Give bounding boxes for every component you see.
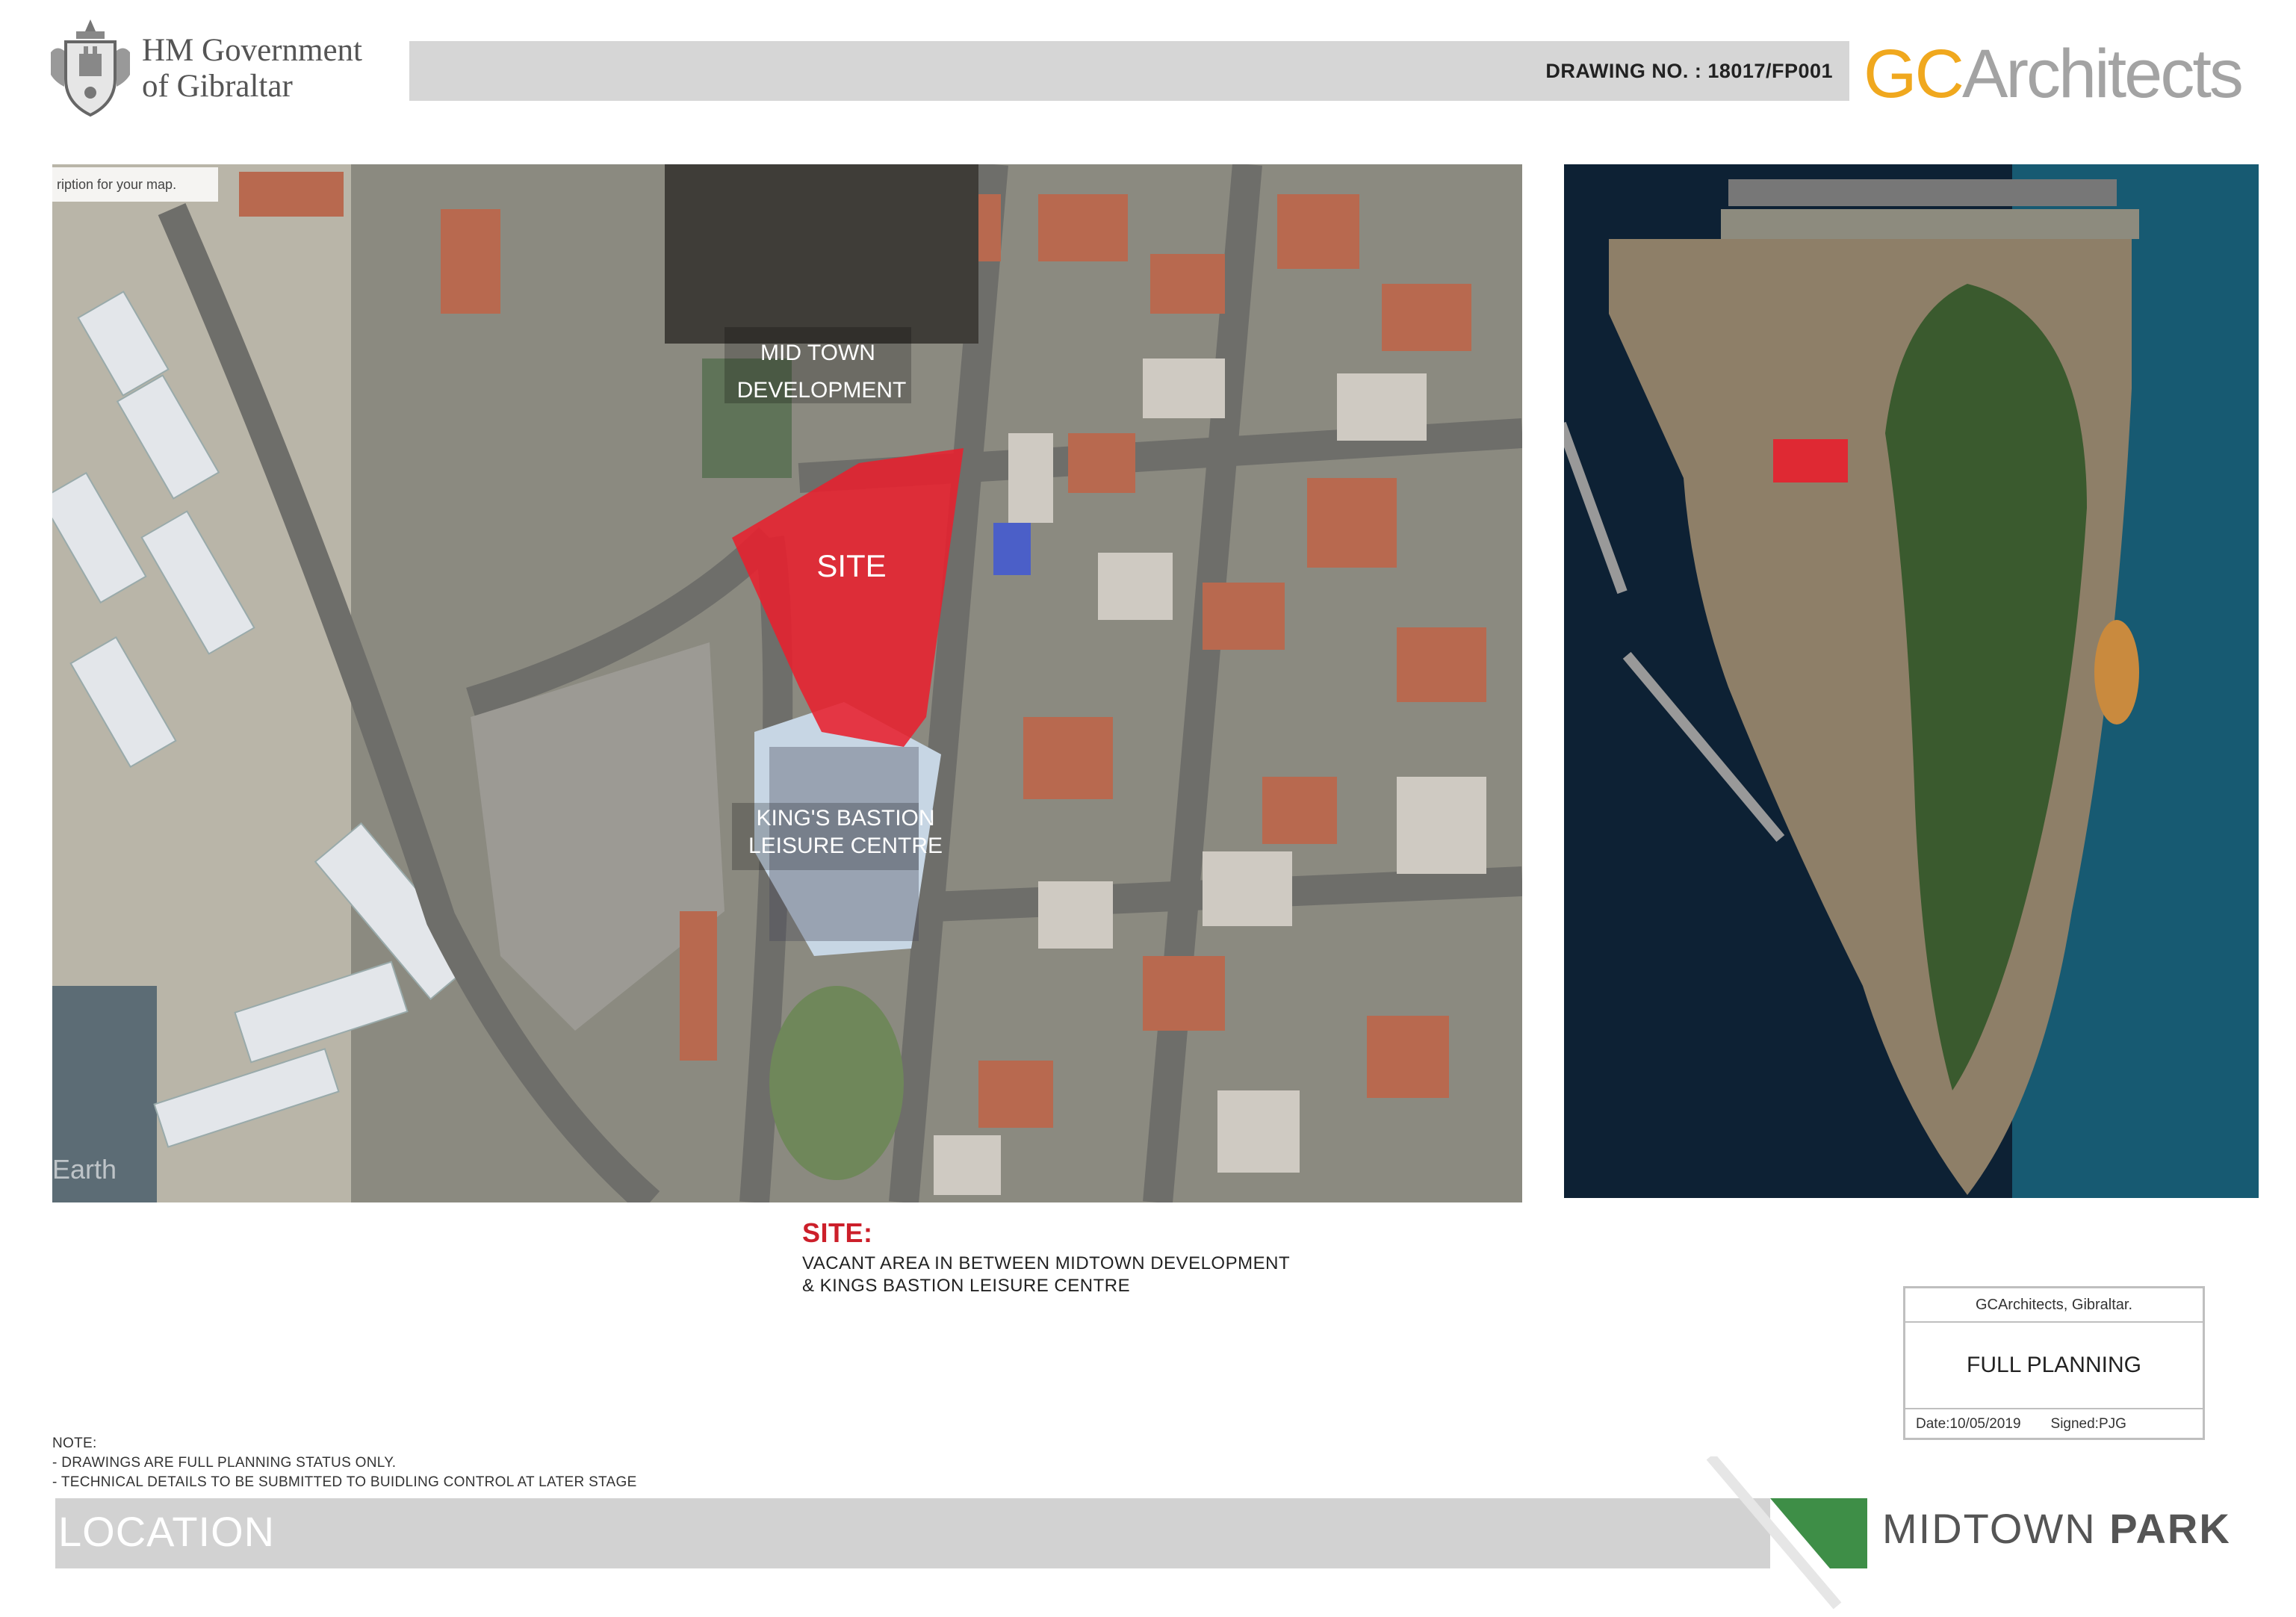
footer-accent-graphic <box>1688 1453 1867 1613</box>
notes-line1: - DRAWINGS ARE FULL PLANNING STATUS ONLY… <box>52 1455 397 1471</box>
aerial-site-map: MID TOWN DEVELOPMENT SITE KING'S BASTION… <box>52 164 1522 1202</box>
label-midtown-line1: MID TOWN <box>760 341 875 365</box>
org-line-1: HM Government <box>142 33 362 68</box>
government-title: HM Government of Gibraltar <box>142 33 362 105</box>
project-name: MIDTOWN PARK <box>1882 1504 2231 1553</box>
notes-line2: - TECHNICAL DETAILS TO BE SUBMITTED TO B… <box>52 1474 637 1490</box>
title-block-status: FULL PLANNING <box>1905 1323 2203 1409</box>
label-kings-line1: KING'S BASTION <box>756 806 934 831</box>
title-block-date: Date:10/05/2019 <box>1916 1416 2021 1432</box>
footer-bar <box>55 1498 1770 1568</box>
footer-title: LOCATION <box>58 1508 276 1555</box>
site-caption-line2: & KINGS BASTION LEISURE CENTRE <box>802 1276 1131 1296</box>
logo-gc: GC <box>1864 36 1964 112</box>
satellite-overview-map <box>1564 164 2259 1198</box>
title-block-footer: Date:10/05/2019 Signed:PJG <box>1905 1409 2203 1439</box>
label-kings-line2: LEISURE CENTRE <box>748 834 943 858</box>
logo-architects: Architects <box>1962 36 2244 112</box>
map-subscription-note: ription for your map. <box>52 167 218 202</box>
map-watermark: Earth <box>52 1154 117 1185</box>
title-block-signed: Signed:PJG <box>2050 1416 2126 1432</box>
project-name-part1: MIDTOWN <box>1882 1505 2110 1552</box>
gcarchitects-logo: GCArchitects <box>1864 33 2244 115</box>
notes: NOTE: - DRAWINGS ARE FULL PLANNING STATU… <box>52 1434 637 1492</box>
org-line-2: of Gibraltar <box>142 69 293 104</box>
site-caption-line1: VACANT AREA IN BETWEEN MIDTOWN DEVELOPME… <box>802 1253 1291 1273</box>
drawing-number: DRAWING NO. : 18017/FP001 <box>1545 60 1833 82</box>
label-site: SITE <box>816 548 886 583</box>
site-marker <box>1773 439 1848 482</box>
coat-of-arms-icon <box>46 15 134 120</box>
project-name-part2: PARK <box>2109 1505 2231 1552</box>
title-block: GCArchitects, Gibraltar. FULL PLANNING D… <box>1903 1286 2205 1440</box>
site-caption-title: SITE: <box>802 1217 873 1248</box>
label-midtown-line2: DEVELOPMENT <box>737 378 907 403</box>
notes-heading: NOTE: <box>52 1436 97 1451</box>
title-block-firm: GCArchitects, Gibraltar. <box>1905 1288 2203 1323</box>
